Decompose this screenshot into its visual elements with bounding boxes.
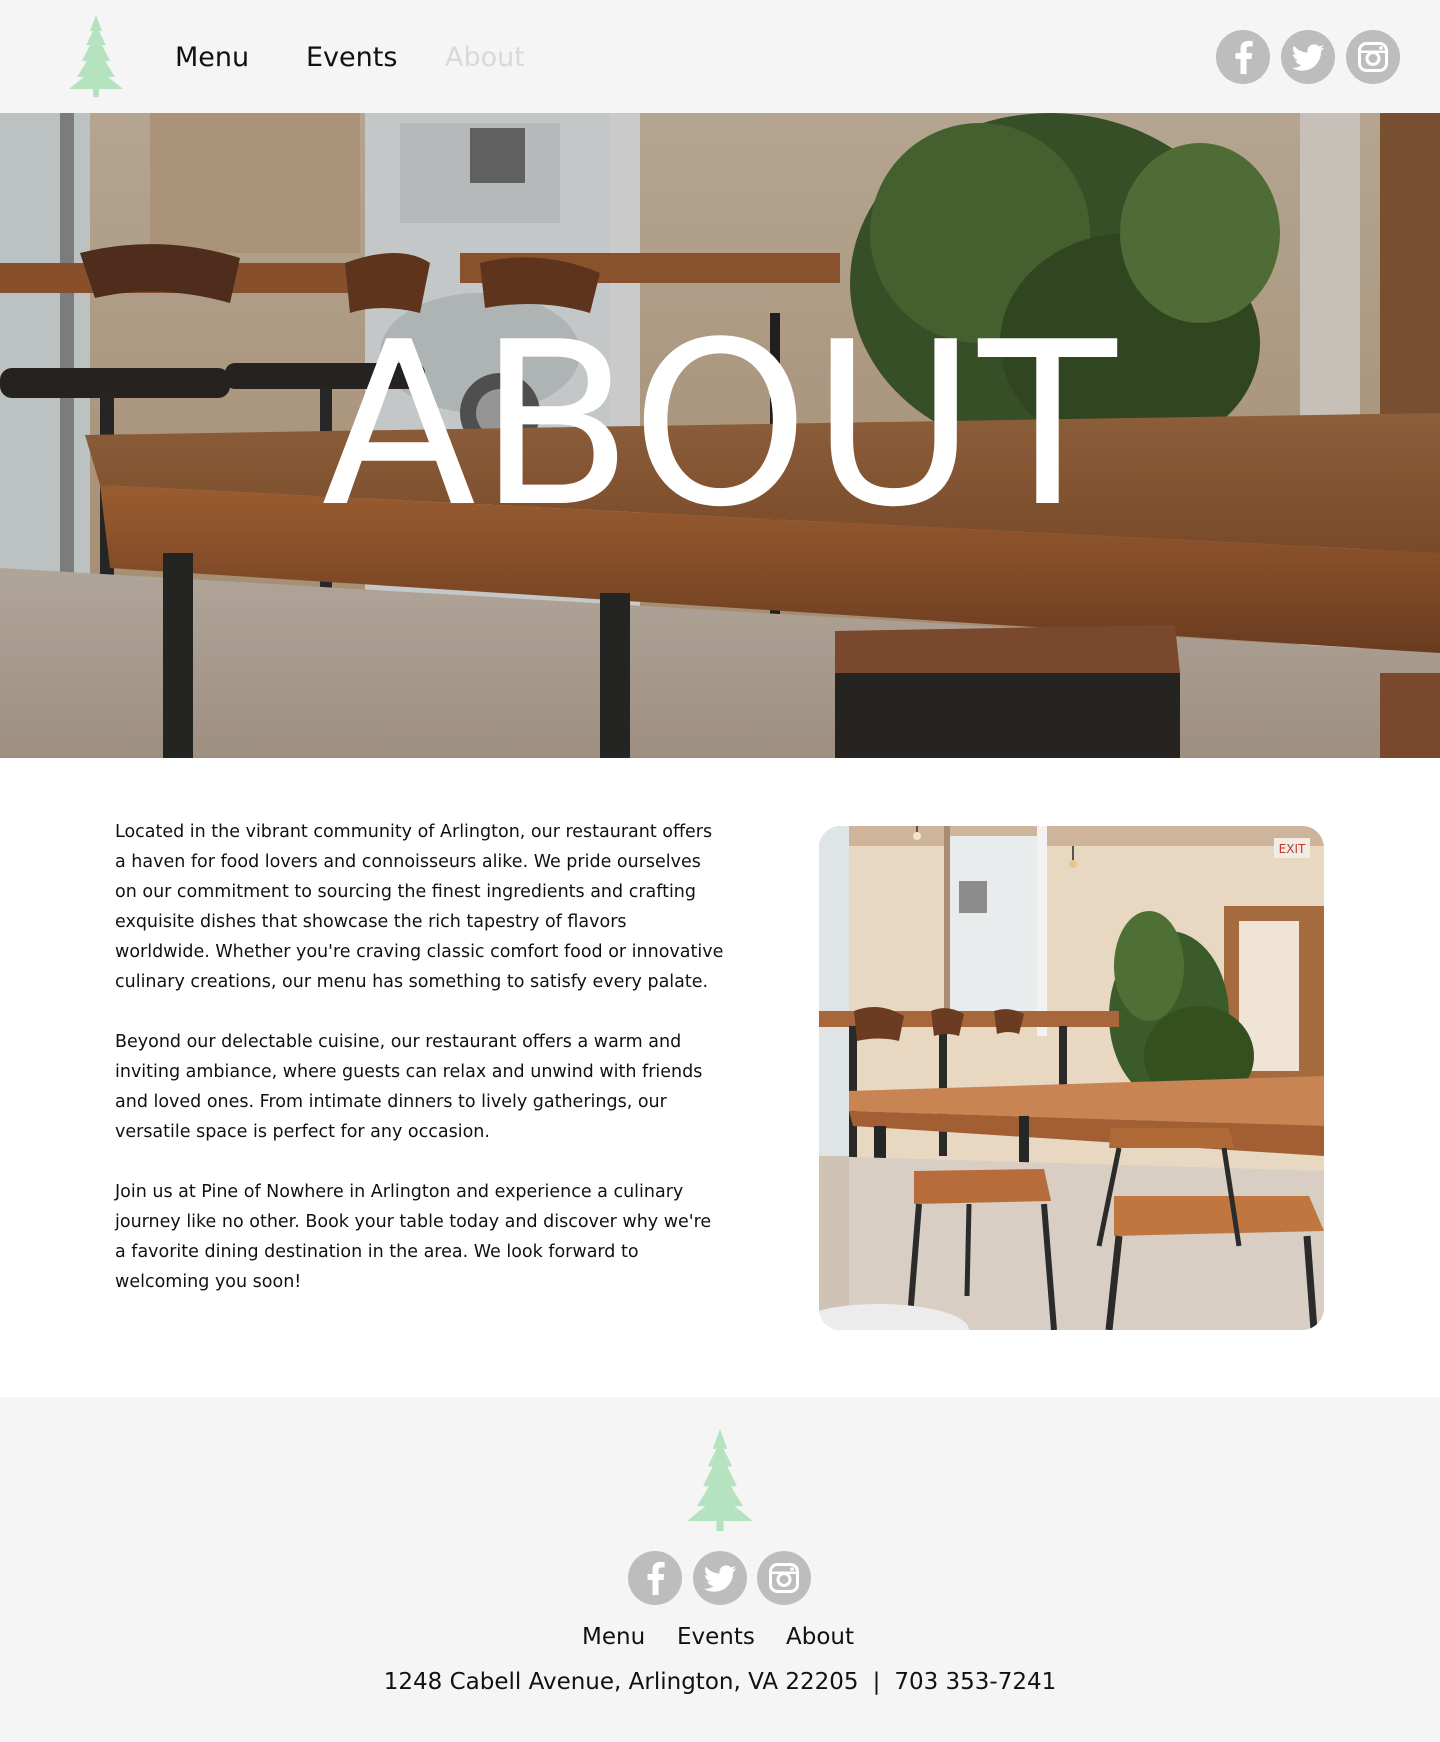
address: 1248 Cabell Avenue, Arlington, VA 22205 bbox=[383, 1669, 859, 1695]
pine-tree-icon[interactable] bbox=[686, 1429, 754, 1531]
footer-contact: 1248 Cabell Avenue, Arlington, VA 22205 |… bbox=[0, 1665, 1440, 1699]
about-paragraph-1: Located in the vibrant community of Arli… bbox=[115, 822, 724, 992]
hero-banner: ABOUT bbox=[0, 113, 1440, 758]
site-footer: Menu Events About 1248 Cabell Avenue, Ar… bbox=[0, 1397, 1440, 1742]
about-paragraph-3: Join us at Pine of Nowhere in Arlington … bbox=[115, 1182, 712, 1292]
page-title: ABOUT bbox=[321, 294, 1119, 557]
footer-nav-about[interactable]: About bbox=[786, 1620, 854, 1654]
instagram-icon[interactable] bbox=[1346, 30, 1400, 84]
phone-number[interactable]: 703 353-7241 bbox=[894, 1669, 1056, 1695]
instagram-icon[interactable] bbox=[757, 1551, 811, 1605]
about-text: Located in the vibrant community of Arli… bbox=[115, 817, 725, 1327]
twitter-icon[interactable] bbox=[1281, 30, 1335, 84]
footer-nav-events[interactable]: Events bbox=[677, 1620, 755, 1654]
nav-menu[interactable]: Menu bbox=[175, 38, 249, 78]
exit-sign: EXIT bbox=[1279, 842, 1306, 856]
pine-tree-icon[interactable] bbox=[68, 15, 124, 97]
nav-about[interactable]: About bbox=[445, 38, 525, 78]
nav-events[interactable]: Events bbox=[306, 38, 397, 78]
twitter-icon[interactable] bbox=[693, 1551, 747, 1605]
contact-separator: | bbox=[872, 1669, 881, 1695]
site-header: Menu Events About bbox=[0, 0, 1440, 113]
footer-nav-menu[interactable]: Menu bbox=[582, 1620, 645, 1654]
facebook-icon[interactable] bbox=[628, 1551, 682, 1605]
about-paragraph-2: Beyond our delectable cuisine, our resta… bbox=[115, 1032, 703, 1142]
facebook-icon[interactable] bbox=[1216, 30, 1270, 84]
restaurant-interior-photo: EXIT bbox=[819, 826, 1324, 1330]
